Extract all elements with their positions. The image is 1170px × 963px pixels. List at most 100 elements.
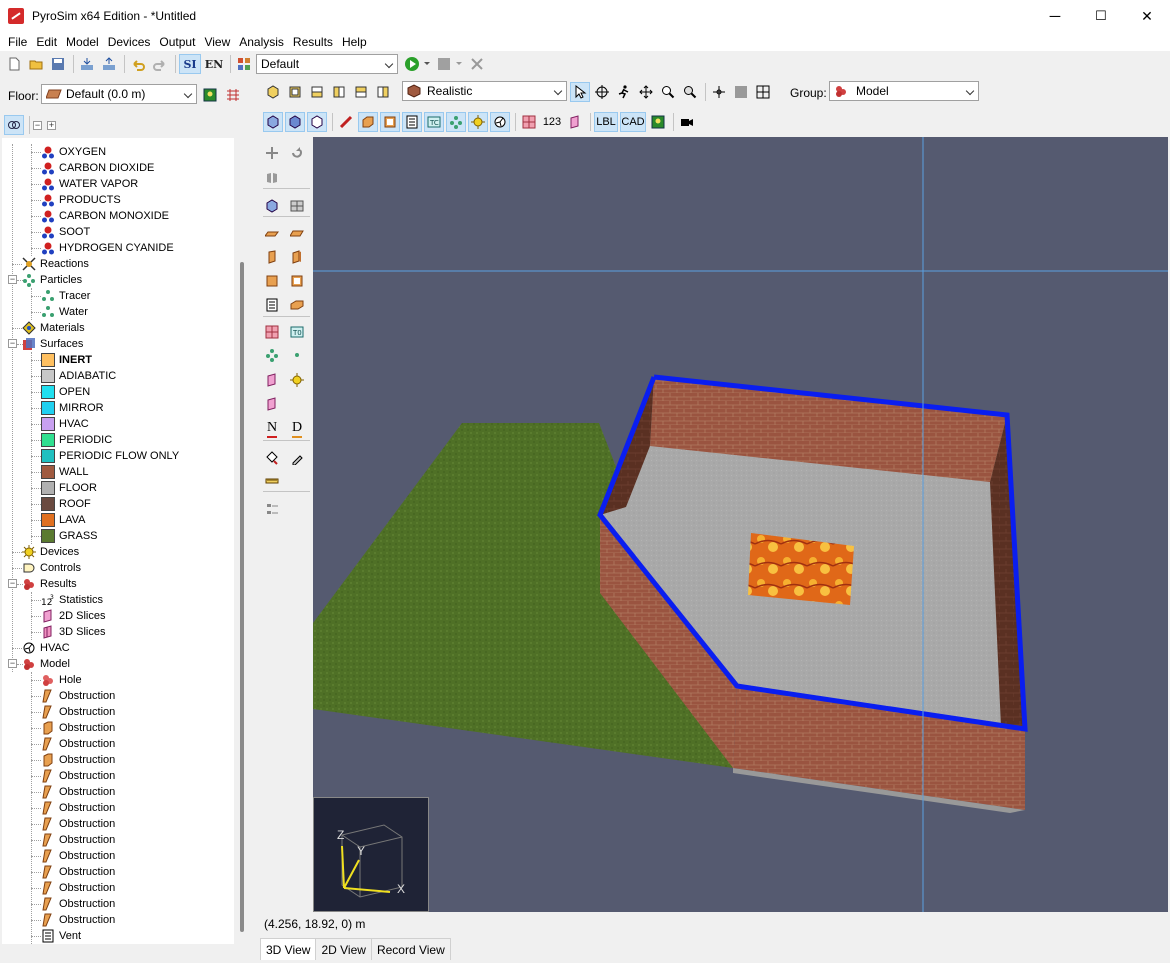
view-right-button[interactable] [373, 82, 393, 102]
show-cad-button[interactable]: CAD [620, 112, 646, 132]
tree-item-vent[interactable]: Vent [41, 928, 81, 944]
expand-all-button[interactable]: + [47, 120, 56, 130]
menu-file[interactable]: File [4, 35, 31, 49]
units-si-button[interactable]: SI [179, 54, 201, 74]
show-geometry-button[interactable] [263, 112, 283, 132]
tree-item-surface[interactable]: HVAC [41, 416, 89, 432]
tab-2d-view[interactable]: 2D View [315, 938, 372, 960]
show-backgrounds-button[interactable] [648, 112, 668, 132]
menu-model[interactable]: Model [62, 35, 103, 49]
mesh-tool-tool-button[interactable] [262, 196, 282, 216]
d-tool-button[interactable]: D [287, 419, 307, 439]
menu-edit[interactable]: Edit [32, 35, 61, 49]
close-button[interactable]: ✕ [1124, 0, 1170, 32]
show-vents-button[interactable] [380, 112, 400, 132]
room-tool-button[interactable] [287, 271, 307, 291]
tree-item-surface[interactable]: WALL [41, 464, 89, 480]
tree-item-obstruction[interactable]: Obstruction [41, 784, 115, 800]
box-tool-button[interactable] [287, 295, 307, 315]
tree-item-result[interactable]: 12 3 Statistics [41, 592, 103, 608]
block-tool-button[interactable] [262, 271, 282, 291]
tree-item-surface[interactable]: PERIODIC FLOW ONLY [41, 448, 179, 464]
tree-item-species[interactable]: PRODUCTS [41, 192, 121, 208]
zoom-tool-button[interactable] [658, 82, 678, 102]
tree-collapse-toggle[interactable]: − [8, 339, 17, 348]
show-meshes-button[interactable] [285, 112, 305, 132]
tree-item-obstruction[interactable]: Obstruction [41, 720, 115, 736]
tree-item-hvac[interactable]: HVAC [22, 640, 70, 656]
tree-item-species[interactable]: SOOT [41, 224, 90, 240]
show-outline-button[interactable] [307, 112, 327, 132]
walk-tool-button[interactable] [614, 82, 634, 102]
show-particles-button[interactable] [446, 112, 466, 132]
notes-tool-button[interactable] [262, 295, 282, 315]
menu-help[interactable]: Help [338, 35, 371, 49]
tree-item-surfaces[interactable]: Surfaces [22, 336, 83, 352]
floor-settings-button[interactable] [223, 85, 243, 105]
view-back-button[interactable] [351, 82, 371, 102]
mirror-tool-button[interactable] [262, 168, 282, 188]
floor-select[interactable]: Default (0.0 m) [41, 84, 197, 104]
tree-item-obstruction[interactable]: Obstruction [41, 832, 115, 848]
view-iso-button[interactable] [263, 82, 283, 102]
orbit-tool-button[interactable] [592, 82, 612, 102]
slice-3d-tool-button[interactable] [262, 370, 282, 390]
tree-item-obstruction[interactable]: Obstruction [41, 752, 115, 768]
tree-item-devices[interactable]: Devices [22, 544, 79, 560]
menu-devices[interactable]: Devices [104, 35, 155, 49]
import-button[interactable] [77, 54, 97, 74]
wall-tool-button[interactable] [262, 247, 282, 267]
tab-3d-view[interactable]: 3D View [260, 938, 317, 960]
show-obstructions-button[interactable] [358, 112, 378, 132]
move-tool-button[interactable] [262, 143, 282, 163]
view-left-button[interactable] [329, 82, 349, 102]
tree-item-obstruction[interactable]: Obstruction [41, 688, 115, 704]
show-3d-slices-button[interactable] [565, 112, 585, 132]
show-devices-button[interactable] [468, 112, 488, 132]
sprinkler-tool-button[interactable] [287, 370, 307, 390]
group-select[interactable]: Model [829, 81, 979, 101]
point-particle-tool-button[interactable] [287, 345, 307, 365]
tree-item-surface[interactable]: PERIODIC [41, 432, 112, 448]
tree-collapse-toggle[interactable]: − [8, 275, 17, 284]
tree-item-results[interactable]: Results [22, 576, 77, 592]
tree-item-surface[interactable]: OPEN [41, 384, 90, 400]
tree-item-obstruction[interactable]: Obstruction [41, 896, 115, 912]
tree-item-surface[interactable]: MIRROR [41, 400, 104, 416]
menu-view[interactable]: View [200, 35, 234, 49]
save-button[interactable] [48, 54, 68, 74]
snap-button[interactable] [753, 82, 773, 102]
tree-item-surface[interactable]: ROOF [41, 496, 91, 512]
tree-item-obstruction[interactable]: Obstruction [41, 912, 115, 928]
reset-view-button[interactable] [709, 82, 729, 102]
export-button[interactable] [99, 54, 119, 74]
tree-item-result[interactable]: 3D Slices [41, 624, 105, 640]
view-front-button[interactable] [307, 82, 327, 102]
tree-item-obstruction[interactable]: Obstruction [41, 864, 115, 880]
tree-item-species[interactable]: CARBON DIOXIDE [41, 160, 154, 176]
new-file-button[interactable] [4, 54, 24, 74]
show-tc-button[interactable]: TC [424, 112, 444, 132]
tree-item-hole[interactable]: Hole [41, 672, 82, 688]
menu-analysis[interactable]: Analysis [235, 35, 288, 49]
thermocouple-tool-button[interactable]: T0 [287, 322, 307, 342]
tree-item-surface[interactable]: GRASS [41, 528, 98, 544]
tree-item-species[interactable]: OXYGEN [41, 144, 106, 160]
pan-tool-button[interactable] [636, 82, 656, 102]
ruler-tool-button[interactable] [262, 471, 282, 491]
tree-item-surface[interactable]: LAVA [41, 512, 86, 528]
tree-item-surface[interactable]: FLOOR [41, 480, 97, 496]
select-tool-button[interactable] [570, 82, 590, 102]
tree-item-obstruction[interactable]: Obstruction [41, 848, 115, 864]
tree-item-particle[interactable]: Tracer [41, 288, 90, 304]
tree-item-controls[interactable]: Controls [22, 560, 81, 576]
show-holes-button[interactable] [336, 112, 356, 132]
tree-scrollbar[interactable] [236, 138, 250, 944]
tree-item-model[interactable]: Model [22, 656, 70, 672]
tree-item-materials[interactable]: Materials [22, 320, 85, 336]
units-en-button[interactable]: EN [203, 54, 225, 74]
tree-item-result[interactable]: 2D Slices [41, 608, 105, 624]
tree-collapse-toggle[interactable]: − [8, 579, 17, 588]
maximize-button[interactable]: ☐ [1078, 0, 1124, 32]
show-notes-button[interactable] [402, 112, 422, 132]
